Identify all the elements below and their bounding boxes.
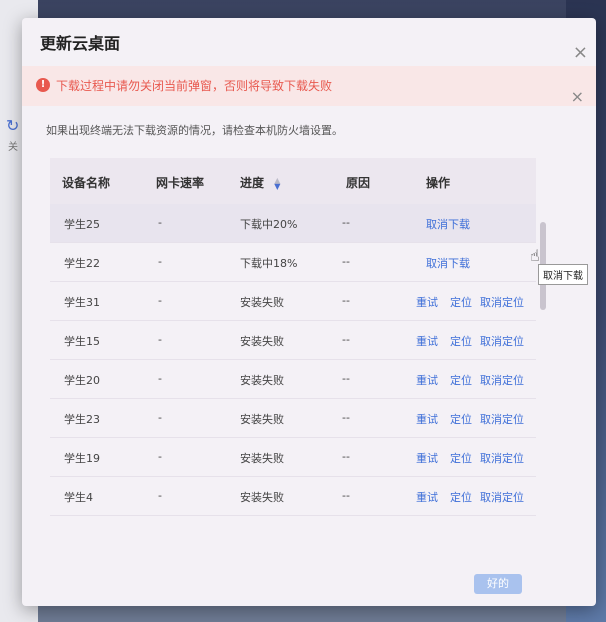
table-row: 学生4 - 安装失败 -- 重试 定位 取消定位 [50, 477, 536, 516]
alert-text: 下载过程中请勿关闭当前弹窗，否则将导致下载失败 [56, 79, 333, 93]
reason-cell: -- [342, 372, 350, 385]
reason-cell: -- [342, 489, 350, 502]
column-header-nic-speed: 网卡速率 [156, 176, 205, 190]
locate-link[interactable]: 定位 [450, 294, 472, 310]
retry-link[interactable]: 重试 [416, 489, 438, 505]
dialog-title: 更新云桌面 [40, 34, 121, 53]
reason-cell: -- [342, 450, 350, 463]
cancel-locate-link[interactable]: 取消定位 [480, 333, 524, 349]
nic-speed-cell: - [158, 294, 162, 307]
locate-link[interactable]: 定位 [450, 411, 472, 427]
table-row: 学生19 - 安装失败 -- 重试 定位 取消定位 [50, 438, 536, 477]
progress-cell: 下载中18% [240, 257, 298, 270]
retry-link[interactable]: 重试 [416, 450, 438, 466]
device-table: 设备名称 网卡速率 进度 ▲ ▼ 原因 操作 学生25- 下载中20% -- 取消下载学… [50, 158, 536, 516]
device-name-cell: 学生19 [64, 452, 100, 465]
locate-link[interactable]: 定位 [450, 333, 472, 349]
device-name-cell: 学生31 [64, 296, 100, 309]
nic-speed-cell: - [158, 450, 162, 463]
nic-speed-cell: - [158, 216, 162, 229]
warning-icon: ! [36, 78, 50, 92]
retry-link[interactable]: 重试 [416, 411, 438, 427]
reason-cell: -- [342, 411, 350, 424]
column-header-actions: 操作 [426, 176, 451, 190]
locate-link[interactable]: 定位 [450, 372, 472, 388]
alert-close-icon[interactable]: × [571, 87, 584, 106]
retry-link[interactable]: 重试 [416, 372, 438, 388]
progress-cell: 下载中20% [240, 218, 298, 231]
table-row: 学生25 - 下载中20% -- 取消下载 [50, 204, 536, 243]
device-name-cell: 学生15 [64, 335, 100, 348]
reason-cell: -- [342, 294, 350, 307]
ok-button[interactable]: 好的 [474, 574, 522, 594]
cancel-locate-link[interactable]: 取消定位 [480, 372, 524, 388]
table-row: 学生22 - 下载中18% -- 取消下载 [50, 243, 536, 282]
progress-cell: 安装失败 [240, 374, 284, 387]
cancel-download-link[interactable]: 取消下载 [426, 216, 470, 232]
background-label: 关 [8, 142, 18, 153]
nic-speed-cell: - [158, 489, 162, 502]
progress-header-label: 进度 [240, 176, 265, 190]
cancel-locate-link[interactable]: 取消定位 [480, 489, 524, 505]
table-row: 学生15 - 安装失败 -- 重试 定位 取消定位 [50, 321, 536, 360]
retry-link[interactable]: 重试 [416, 294, 438, 310]
mouse-cursor-icon: ☝ [530, 246, 540, 265]
progress-cell: 安装失败 [240, 296, 284, 309]
column-header-device-name: 设备名称 [62, 176, 111, 190]
progress-cell: 安装失败 [240, 413, 284, 426]
table-header: 设备名称 网卡速率 进度 ▲ ▼ 原因 操作 [50, 158, 536, 204]
table-row: 学生31 - 安装失败 -- 重试 定位 取消定位 [50, 282, 536, 321]
cancel-download-tooltip: 取消下载 [538, 264, 588, 285]
locate-link[interactable]: 定位 [450, 450, 472, 466]
reason-cell: -- [342, 216, 350, 229]
column-header-progress[interactable]: 进度 ▲ ▼ [240, 174, 280, 191]
progress-cell: 安装失败 [240, 452, 284, 465]
retry-link[interactable]: 重试 [416, 333, 438, 349]
column-header-reason: 原因 [346, 176, 371, 190]
close-icon[interactable]: × [573, 44, 588, 62]
device-name-cell: 学生25 [64, 218, 100, 231]
nic-speed-cell: - [158, 333, 162, 346]
sort-icon[interactable]: ▲ ▼ [274, 176, 280, 190]
firewall-hint: 如果出现终端无法下载资源的情况，请检查本机防火墙设置。 [46, 124, 343, 137]
cancel-download-link[interactable]: 取消下载 [426, 255, 470, 271]
nic-speed-cell: - [158, 255, 162, 268]
reason-cell: -- [342, 255, 350, 268]
table-row: 学生20 - 安装失败 -- 重试 定位 取消定位 [50, 360, 536, 399]
device-name-cell: 学生23 [64, 413, 100, 426]
locate-link[interactable]: 定位 [450, 489, 472, 505]
update-cloud-desktop-dialog: 更新云桌面 × ! 下载过程中请勿关闭当前弹窗，否则将导致下载失败 × 如果出现… [22, 18, 596, 606]
reason-cell: -- [342, 333, 350, 346]
nic-speed-cell: - [158, 411, 162, 424]
warning-alert: ! 下载过程中请勿关闭当前弹窗，否则将导致下载失败 × [22, 66, 596, 106]
device-name-cell: 学生20 [64, 374, 100, 387]
cancel-locate-link[interactable]: 取消定位 [480, 411, 524, 427]
nic-speed-cell: - [158, 372, 162, 385]
progress-cell: 安装失败 [240, 335, 284, 348]
progress-cell: 安装失败 [240, 491, 284, 504]
device-name-cell: 学生4 [64, 491, 93, 504]
table-row: 学生23 - 安装失败 -- 重试 定位 取消定位 [50, 399, 536, 438]
cancel-locate-link[interactable]: 取消定位 [480, 294, 524, 310]
cancel-locate-link[interactable]: 取消定位 [480, 450, 524, 466]
device-name-cell: 学生22 [64, 257, 100, 270]
